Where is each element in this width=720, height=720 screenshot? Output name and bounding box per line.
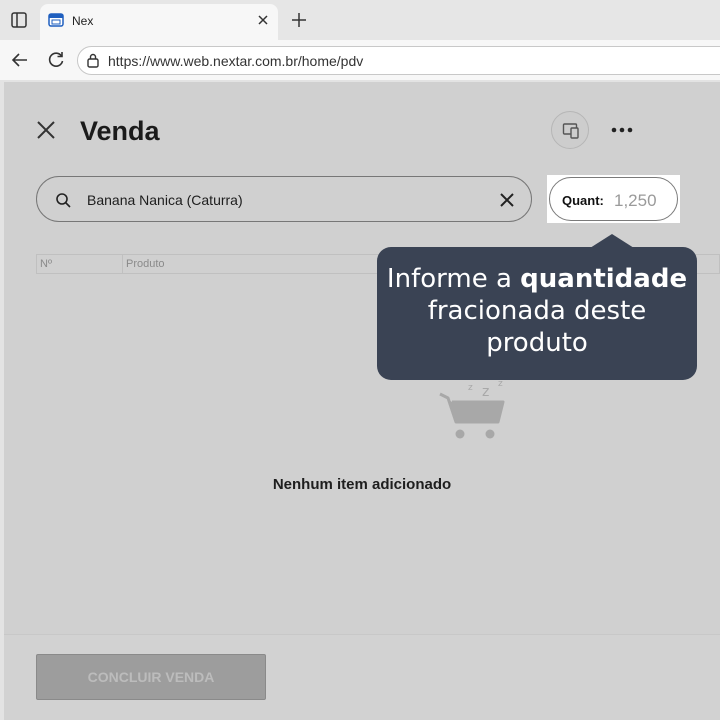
empty-cart-message: Nenhum item adicionado (272, 476, 452, 493)
url-field[interactable]: https://www.web.nextar.com.br/home/pdv (77, 46, 720, 75)
quantity-label: Quant: (562, 193, 604, 208)
sidebar-toggle-icon[interactable] (10, 11, 28, 29)
tooltip-prefix: Informe a (386, 264, 521, 294)
tooltip-line-1: Informe a quantidade (377, 263, 697, 295)
svg-text:z: z (498, 379, 503, 389)
reload-icon[interactable] (46, 50, 66, 70)
more-options-icon[interactable] (610, 120, 634, 140)
empty-cart-icon: z z z (439, 379, 505, 439)
close-icon[interactable] (36, 120, 56, 140)
quantity-input[interactable]: Quant: 1,250 (549, 177, 678, 221)
finish-sale-button[interactable]: CONCLUIR VENDA (36, 654, 266, 700)
new-tab-icon[interactable] (290, 11, 308, 29)
back-arrow-icon[interactable] (10, 50, 30, 70)
browser-tab[interactable]: Nex (40, 4, 278, 40)
tooltip-arrow (590, 234, 634, 248)
quantity-highlight: Quant: 1,250 (547, 175, 680, 223)
page-footer: CONCLUIR VENDA (4, 634, 720, 720)
product-search-input[interactable]: Banana Nanica (Caturra) (36, 176, 532, 222)
address-bar-row: https://www.web.nextar.com.br/home/pdv (0, 40, 720, 80)
column-header-product: Produto (126, 258, 165, 270)
tooltip-bold: quantidade (520, 264, 688, 294)
column-divider (122, 255, 123, 273)
tooltip-line-3: produto (486, 328, 588, 358)
url-text: https://www.web.nextar.com.br/home/pdv (108, 53, 364, 69)
page-title: Venda (80, 116, 160, 146)
column-header-number: Nº (40, 258, 52, 270)
search-icon (56, 193, 71, 208)
tooltip-line-2: fracionada deste (427, 296, 647, 326)
browser-tab-bar: Nex (0, 0, 720, 40)
quantity-tooltip: Informe a quantidade fracionada deste pr… (377, 247, 697, 380)
svg-text:z: z (482, 384, 489, 400)
clear-search-icon[interactable] (499, 192, 515, 208)
tab-title: Nex (72, 14, 94, 28)
lock-icon[interactable] (86, 53, 100, 68)
search-value: Banana Nanica (Caturra) (87, 192, 243, 208)
devices-icon (562, 123, 579, 139)
tab-close-icon[interactable] (256, 13, 270, 27)
svg-text:z: z (468, 383, 473, 393)
favicon-icon (48, 13, 64, 27)
device-button[interactable] (551, 111, 589, 149)
quantity-value: 1,250 (614, 191, 657, 210)
